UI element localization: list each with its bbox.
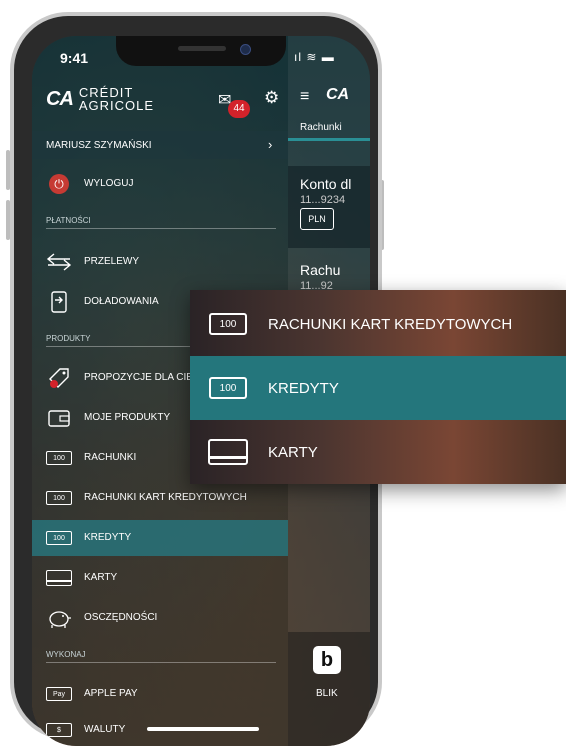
blik-icon: b [313, 646, 341, 674]
menu-item-label: OSCZĘDNOŚCI [84, 612, 158, 623]
banknote-label: 100 [209, 377, 247, 399]
brand-name-line2: AGRICOLE [78, 98, 155, 113]
menu-item-transfers[interactable]: PRZELEWY [32, 244, 288, 280]
section-header-payments: PŁATNOŚCI [46, 216, 276, 229]
apple-pay-label: Pay [46, 687, 72, 701]
power-icon: ⏻ [46, 174, 72, 194]
menu-item-loans[interactable]: 100 KREDYTY [32, 520, 288, 556]
banknote-icon: 100 [208, 374, 248, 402]
menu-item-label: KARTY [84, 572, 118, 583]
callout-item-label: RACHUNKI KART KREDYTOWYCH [268, 316, 513, 333]
hamburger-menu-icon[interactable]: ≡ [300, 88, 309, 106]
menu-item-label: RACHUNKI KART KREDYTOWYCH [84, 492, 247, 503]
banknote-stack-icon: 100 [208, 310, 248, 338]
card-icon [208, 438, 248, 466]
menu-item-label: PROPOZYCJE DLA CIE [84, 372, 193, 383]
piggy-bank-icon [46, 608, 72, 628]
brand-mark-icon: CA [326, 86, 350, 103]
account-name: Rachu [300, 262, 341, 278]
transfer-arrows-icon [46, 252, 72, 272]
tag-alert-icon [46, 368, 72, 388]
callout-item-label: KARTY [268, 444, 318, 461]
callout-item-loans[interactable]: 100 KREDYTY [190, 356, 566, 420]
mail-badge: 44 [228, 100, 250, 118]
wallet-icon [46, 408, 72, 428]
zoomed-menu-callout: 100 RACHUNKI KART KREDYTOWYCH 100 KREDYT… [190, 290, 566, 484]
menu-item-credit-card-accounts[interactable]: 100 RACHUNKI KART KREDYTOWYCH [32, 480, 288, 516]
banknote-label: 100 [46, 491, 72, 505]
account-name: Konto dl [300, 176, 352, 192]
status-icons: ıl ≋ ▬ [294, 50, 335, 64]
user-profile-row[interactable]: MARIUSZ SZYMAŃSKI › [32, 131, 288, 159]
menu-item-label: KREDYTY [84, 532, 132, 543]
chevron-right-icon: › [268, 137, 273, 152]
banknote-label: 100 [46, 531, 72, 545]
active-tab-indicator [288, 138, 370, 141]
brand-logo: CA CRÉDIT AGRICOLE [46, 86, 154, 112]
brand-name: CRÉDIT AGRICOLE [79, 86, 154, 112]
currency-tag: PLN [300, 208, 334, 230]
speaker [178, 46, 226, 51]
menu-item-label: APPLE PAY [84, 688, 138, 699]
section-header-execute: WYKONAJ [46, 650, 276, 663]
banknote-icon: 100 [46, 448, 72, 468]
status-time: 9:41 [60, 50, 89, 66]
menu-item-label: WYLOGUJ [84, 178, 134, 189]
home-indicator [147, 727, 259, 731]
currency-label: $ [46, 723, 72, 737]
callout-item-label: KREDYTY [268, 380, 339, 397]
phone-topup-icon [46, 291, 72, 313]
gear-icon[interactable]: ⚙ [264, 88, 279, 108]
menu-item-label: WALUTY [84, 724, 126, 735]
menu-item-logout[interactable]: ⏻ WYLOGUJ [32, 166, 288, 202]
phone-notch [116, 36, 286, 66]
blik-label: BLIK [316, 688, 338, 699]
apple-pay-icon: Pay [46, 684, 72, 704]
callout-item-credit-card-accounts[interactable]: 100 RACHUNKI KART KREDYTOWYCH [190, 292, 566, 356]
blik-button[interactable]: b BLIK [288, 632, 370, 746]
menu-item-label: RACHUNKI [84, 452, 137, 463]
banknote-icon: 100 [46, 528, 72, 548]
menu-item-label: MOJE PRODUKTY [84, 412, 171, 423]
user-name: MARIUSZ SZYMAŃSKI [46, 140, 152, 151]
menu-item-label: PRZELEWY [84, 256, 140, 267]
menu-item-cards[interactable]: KARTY [32, 560, 288, 596]
brand-mark-icon: CA [46, 87, 74, 110]
banknote-label: 100 [46, 451, 72, 465]
banknote-stack-icon: 100 [46, 488, 72, 508]
account-number: 11...9234 [300, 194, 346, 206]
menu-item-label: DOŁADOWANIA [84, 296, 159, 307]
banknote-label: 100 [209, 313, 247, 335]
currency-icon: $ [46, 720, 72, 740]
camera [240, 44, 251, 55]
menu-item-savings[interactable]: OSCZĘDNOŚCI [32, 600, 288, 636]
callout-item-cards[interactable]: KARTY [190, 420, 566, 484]
menu-item-apple-pay[interactable]: Pay APPLE PAY [32, 676, 288, 712]
tab-accounts[interactable]: Rachunki [300, 122, 342, 133]
card-icon [46, 568, 72, 588]
